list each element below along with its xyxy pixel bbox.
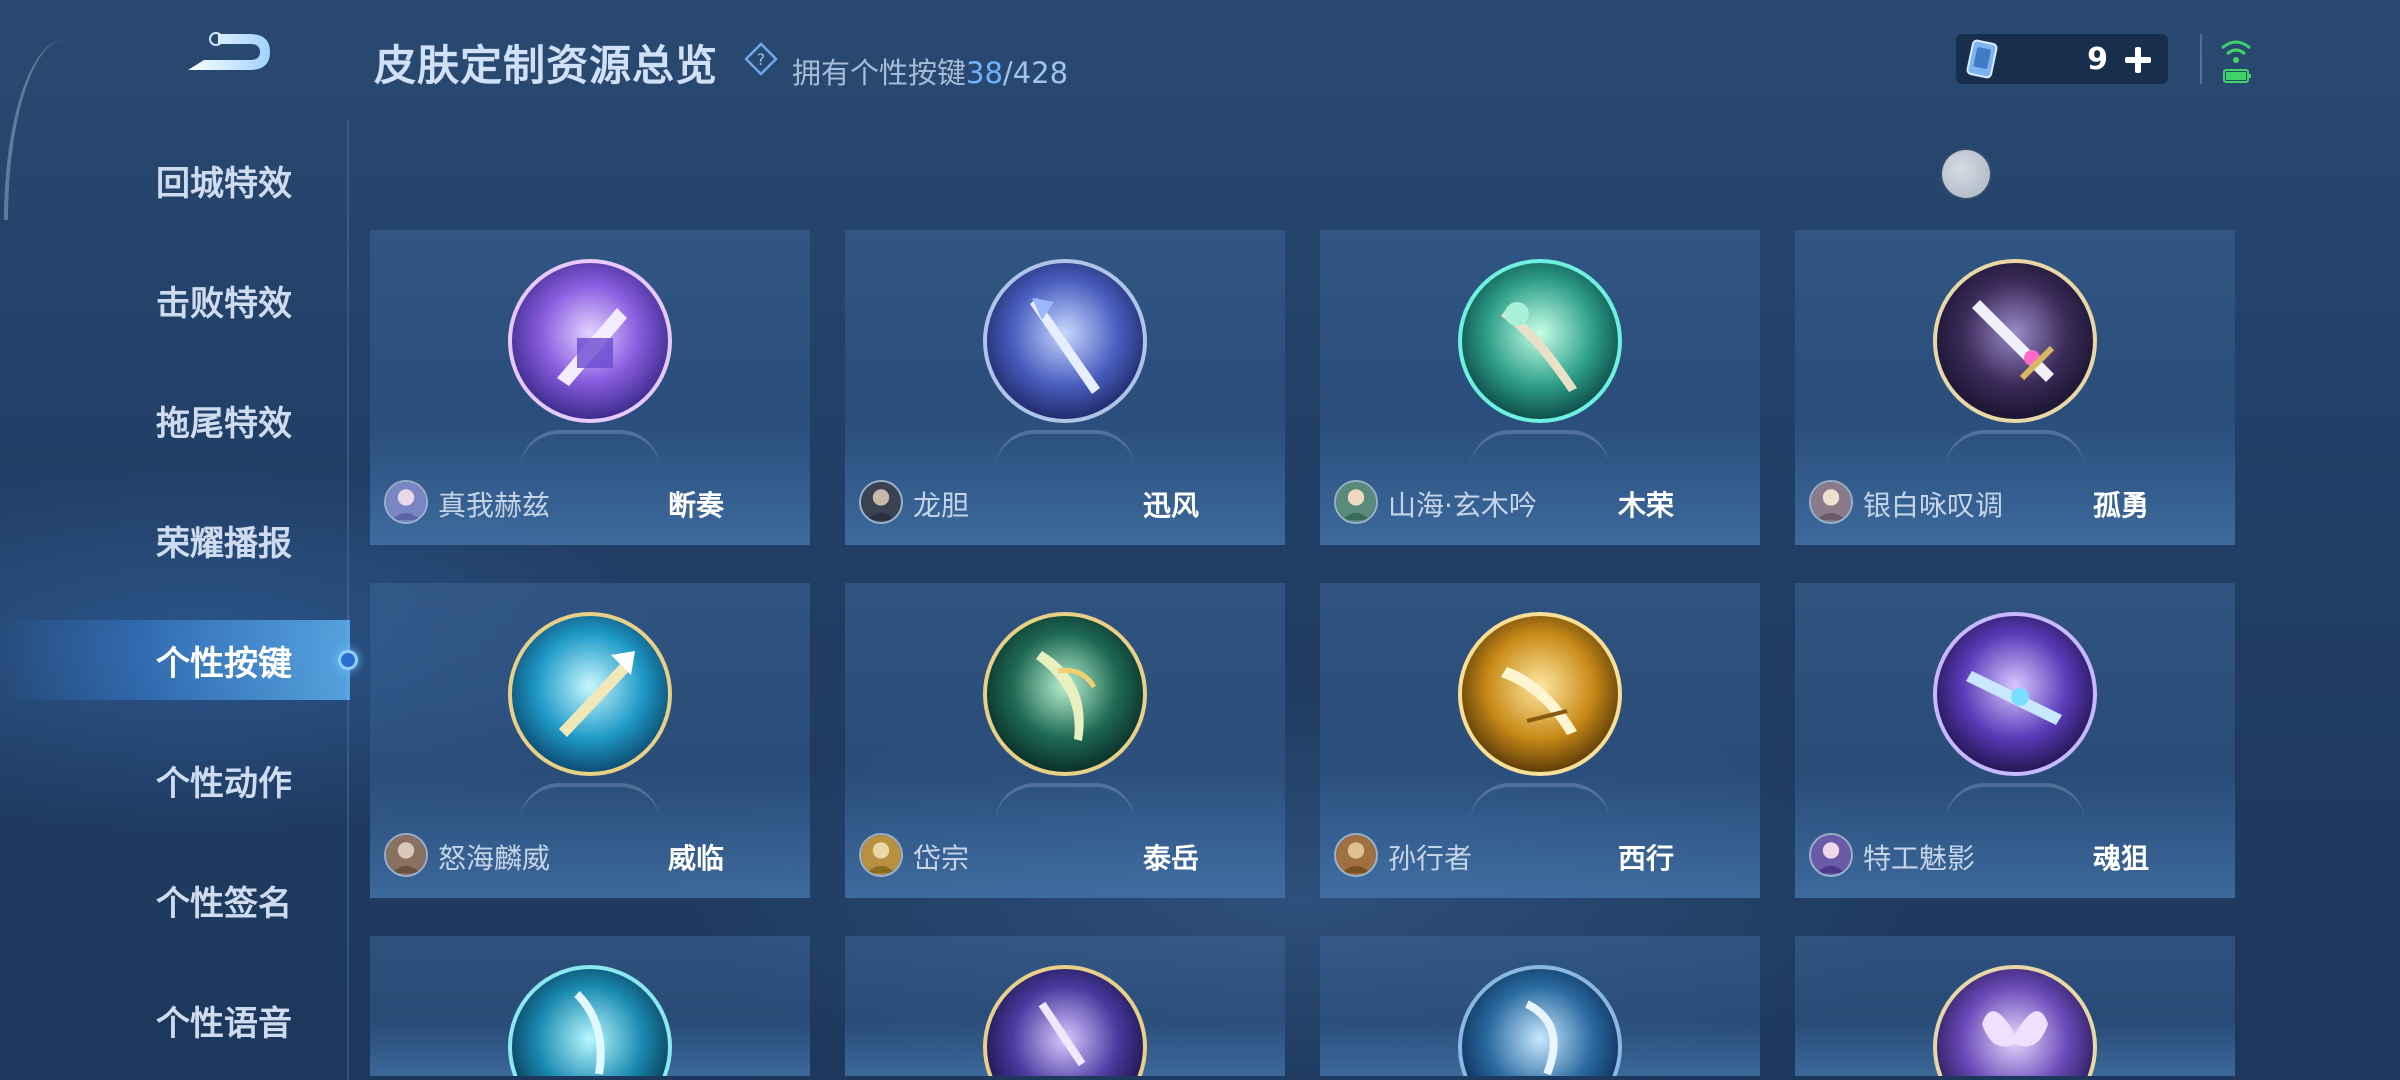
skin-card[interactable] <box>845 936 1285 1076</box>
owned-label: 拥有个性按键 <box>792 56 967 90</box>
skin-card[interactable]: 怒海麟威 威临 <box>370 583 810 898</box>
hero-name: 岱宗 <box>913 842 970 875</box>
wifi-signal-icon <box>2221 40 2251 83</box>
green-blade-emblem-icon <box>983 612 1147 776</box>
teal-staff-emblem-icon <box>1458 259 1622 423</box>
skin-card[interactable]: 真我赫兹 断奏 <box>370 230 810 545</box>
hero-avatar <box>1334 833 1378 877</box>
violet-emblem-icon <box>983 965 1147 1076</box>
owned-separator: / <box>1002 56 1013 90</box>
sidebar-item-label: 荣耀播报 <box>156 523 292 564</box>
emblem-reflection <box>520 430 660 470</box>
emblem-reflection <box>995 430 1135 470</box>
hero-name: 山海·玄木吟 <box>1388 489 1537 522</box>
hero-name: 孙行者 <box>1388 842 1473 875</box>
skin-card[interactable] <box>1795 936 2235 1076</box>
skin-name: 西行 <box>1617 842 1674 875</box>
skin-name: 威临 <box>667 842 724 875</box>
sidebar-item-custom-voice[interactable]: 个性语音 <box>0 980 350 1060</box>
sidebar-item-label: 个性签名 <box>156 883 292 924</box>
hero-name: 银白咏叹调 <box>1863 489 2004 522</box>
owned-count: 38 <box>966 56 1003 90</box>
hero-name: 真我赫兹 <box>438 489 551 522</box>
hero-name: 怒海麟威 <box>438 842 551 875</box>
svg-text:?: ? <box>757 50 766 69</box>
blue-spear-emblem-icon <box>983 259 1147 423</box>
sidebar-item-custom-actions[interactable]: 个性动作 <box>0 740 350 820</box>
floating-assist-button[interactable] <box>1942 150 1990 198</box>
sidebar-item-label: 拖尾特效 <box>156 403 292 444</box>
skin-name: 断奏 <box>667 489 724 522</box>
sidebar-item-honor-broadcast[interactable]: 荣耀播报 <box>0 500 350 580</box>
skin-name: 木荣 <box>1617 489 1674 522</box>
hero-name: 龙胆 <box>913 489 970 522</box>
gold-staff-emblem-icon <box>1458 612 1622 776</box>
currency-widget[interactable]: 9 <box>1956 34 2168 84</box>
plus-icon[interactable] <box>2122 44 2154 76</box>
sidebar-item-custom-signature[interactable]: 个性签名 <box>0 860 350 940</box>
skin-name: 泰岳 <box>1142 842 1199 875</box>
emblem-reflection <box>1945 430 2085 470</box>
violet-rifle-emblem-icon <box>1933 612 2097 776</box>
ticket-card-icon <box>1966 39 1998 79</box>
header-divider <box>2200 34 2202 84</box>
emblem-reflection <box>1470 430 1610 470</box>
hero-avatar <box>859 833 903 877</box>
emblem-reflection <box>995 783 1135 823</box>
sidebar-item-label: 个性按键 <box>156 643 292 684</box>
help-icon[interactable]: ? <box>744 42 778 76</box>
hero-avatar <box>1809 833 1853 877</box>
hero-avatar <box>384 480 428 524</box>
purple-blade-emblem-icon <box>508 259 672 423</box>
sidebar-item-trail-effect[interactable]: 拖尾特效 <box>0 380 350 460</box>
hero-avatar <box>1334 480 1378 524</box>
skin-name: 迅风 <box>1142 489 1199 522</box>
sidebar-item-custom-buttons[interactable]: 个性按键 <box>0 620 350 700</box>
skin-card[interactable]: 孙行者 西行 <box>1320 583 1760 898</box>
back-arrow-icon <box>188 32 270 70</box>
active-indicator-dot <box>338 650 358 670</box>
sidebar-item-label: 个性动作 <box>156 763 292 804</box>
emblem-reflection <box>1945 783 2085 823</box>
skin-card[interactable] <box>370 936 810 1076</box>
butterfly-emblem-icon <box>1933 965 2097 1076</box>
skin-card[interactable]: 银白咏叹调 孤勇 <box>1795 230 2235 545</box>
sidebar-item-kill-effect[interactable]: 击败特效 <box>0 260 350 340</box>
emblem-reflection <box>520 783 660 823</box>
hero-avatar <box>1809 480 1853 524</box>
sidebar-item-label: 回城特效 <box>156 163 292 204</box>
blue-emblem-icon <box>1458 965 1622 1076</box>
skin-name: 孤勇 <box>2092 489 2149 522</box>
skin-card[interactable]: 山海·玄木吟 木荣 <box>1320 230 1760 545</box>
cyan-emblem-icon <box>508 965 672 1076</box>
back-button[interactable] <box>178 26 278 86</box>
currency-count: 9 <box>2087 42 2108 77</box>
cyan-trident-emblem-icon <box>508 612 672 776</box>
hero-name: 特工魅影 <box>1863 842 1976 875</box>
sidebar-item-label: 个性语音 <box>156 1003 292 1044</box>
skin-card[interactable]: 龙胆 迅风 <box>845 230 1285 545</box>
emblem-reflection <box>1470 783 1610 823</box>
skin-card[interactable] <box>1320 936 1760 1076</box>
sidebar-item-label: 击败特效 <box>156 283 292 324</box>
dark-sword-emblem-icon <box>1933 259 2097 423</box>
skin-card[interactable]: 岱宗 泰岳 <box>845 583 1285 898</box>
owned-counter: 拥有个性按键38/428 <box>792 50 1068 92</box>
hero-avatar <box>384 833 428 877</box>
owned-total: 428 <box>1012 56 1069 90</box>
sidebar-item-recall-effect[interactable]: 回城特效 <box>0 140 350 220</box>
skin-card[interactable]: 特工魅影 魂狙 <box>1795 583 2235 898</box>
hero-avatar <box>859 480 903 524</box>
page-title: 皮肤定制资源总览 <box>374 41 719 90</box>
skin-name: 魂狙 <box>2092 842 2149 875</box>
